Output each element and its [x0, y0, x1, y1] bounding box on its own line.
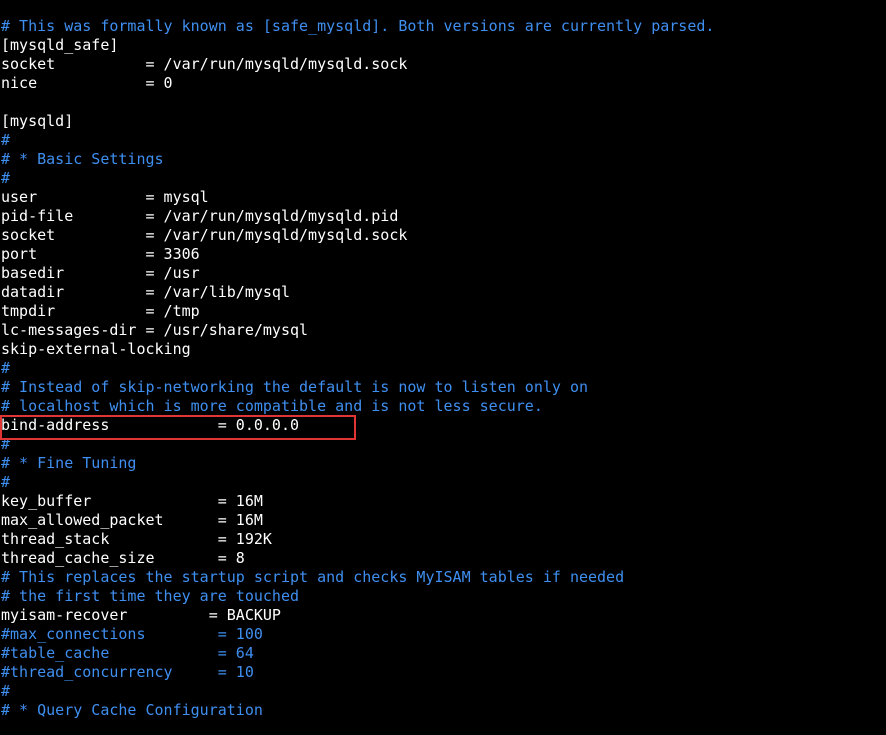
config-setting-line: key_buffer = 16M — [1, 492, 263, 510]
config-setting-line: [mysqld_safe] — [1, 36, 119, 54]
config-comment-line: # — [1, 435, 11, 453]
terminal-window[interactable]: # This was formally known as [safe_mysql… — [0, 0, 886, 735]
config-comment-line: # — [1, 169, 11, 187]
config-comment-line: # This was formally known as [safe_mysql… — [1, 17, 715, 35]
config-setting-line: skip-external-locking — [1, 340, 191, 358]
config-comment-line: # — [1, 131, 11, 149]
config-comment-line: # the first time they are touched — [1, 587, 300, 605]
config-text-area[interactable]: # This was formally known as [safe_mysql… — [0, 17, 886, 720]
config-comment-line: # Instead of skip-networking the default… — [1, 378, 588, 396]
config-setting-line: tmpdir = /tmp — [1, 302, 200, 320]
config-setting-line: user = mysql — [1, 188, 209, 206]
config-comment-line: # — [1, 359, 11, 377]
config-setting-line: socket = /var/run/mysqld/mysqld.sock — [1, 55, 408, 73]
config-setting-line: myisam-recover = BACKUP — [1, 606, 281, 624]
config-setting-line: thread_cache_size = 8 — [1, 549, 245, 567]
config-comment-line: # This replaces the startup script and c… — [1, 568, 625, 586]
config-comment-line: # * Query Cache Configuration — [1, 701, 263, 719]
config-comment-line: # localhost which is more compatible and… — [1, 397, 543, 415]
config-setting-line: bind-address = 0.0.0.0 — [1, 416, 300, 434]
config-setting-line: datadir = /var/lib/mysql — [1, 283, 290, 301]
config-setting-line: [mysqld] — [1, 112, 74, 130]
config-setting-line: thread_stack = 192K — [1, 530, 272, 548]
config-setting-line: nice = 0 — [1, 74, 173, 92]
config-comment-line: # — [1, 473, 11, 491]
config-comment-line: # — [1, 682, 11, 700]
config-setting-line: port = 3306 — [1, 245, 200, 263]
config-comment-line: # * Fine Tuning — [1, 454, 137, 472]
config-setting-line: basedir = /usr — [1, 264, 200, 282]
config-comment-line: #thread_concurrency = 10 — [1, 663, 254, 681]
config-comment-line: # * Basic Settings — [1, 150, 164, 168]
config-setting-line: pid-file = /var/run/mysqld/mysqld.pid — [1, 207, 399, 225]
config-setting-line: lc-messages-dir = /usr/share/mysql — [1, 321, 309, 339]
config-comment-line: #table_cache = 64 — [1, 644, 254, 662]
config-comment-line: #max_connections = 100 — [1, 625, 263, 643]
config-setting-line: socket = /var/run/mysqld/mysqld.sock — [1, 226, 408, 244]
config-setting-line: max_allowed_packet = 16M — [1, 511, 263, 529]
